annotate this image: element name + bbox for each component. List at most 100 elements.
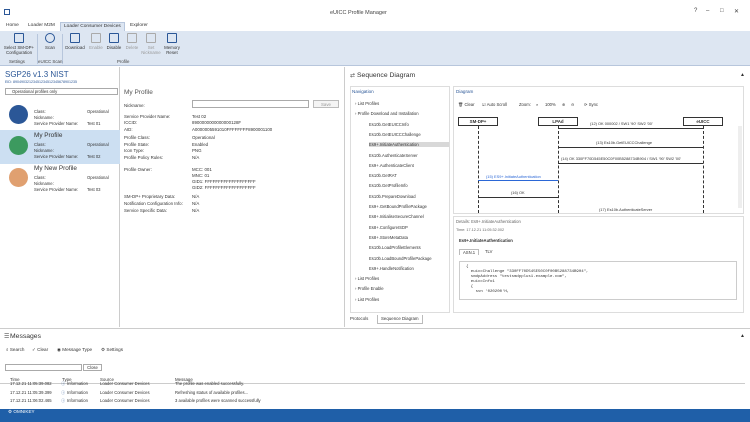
enable-button[interactable]: Enable	[87, 33, 105, 50]
message-filter-input[interactable]	[5, 364, 82, 371]
info-icon: ⓘ	[61, 389, 66, 395]
profile-filter-select[interactable]: Operational profiles only	[5, 88, 118, 95]
tab-loader-m2m[interactable]: Loader M2M	[28, 23, 55, 28]
profile-filter-value: Operational profiles only	[12, 89, 58, 94]
actor-smdp: SM-DP+	[458, 117, 498, 126]
nav-item-label: Profile Enable	[357, 286, 384, 292]
nav-item[interactable]: › Profile Download and Installation	[355, 111, 419, 116]
pin-icon[interactable]: ▲	[740, 333, 745, 339]
nav-item[interactable]: Es9+.HandleNotification	[369, 266, 449, 271]
tab-home[interactable]: Home	[6, 23, 19, 28]
pin-icon[interactable]: ▲	[740, 72, 745, 78]
sequence-message: (13) Es10b.GetEUICCChallenge	[596, 140, 653, 145]
nav-item[interactable]: Es8+.InitialiseSecureChannel	[369, 214, 449, 219]
messages-title: Messages	[10, 333, 41, 340]
profile-spn-label: Service Provider Name:	[34, 121, 79, 126]
app-icon	[4, 9, 10, 15]
nav-item[interactable]: › Profile Enable	[355, 286, 384, 291]
profile-class-label: Class:	[34, 109, 46, 114]
close-button[interactable]: ✕	[734, 8, 739, 15]
nav-item[interactable]: › List Profiles	[355, 101, 379, 106]
ribbon-group-euicc-scan: eUICC Scan	[38, 59, 63, 64]
clear-button[interactable]: 🗑 Clear	[458, 102, 475, 108]
tab-explorer[interactable]: Explorer	[130, 23, 148, 28]
check-icon	[91, 33, 101, 43]
nav-item[interactable]: Es9+.InitiateAuthentication	[369, 142, 449, 148]
sync-button[interactable]: ⟳ Sync	[584, 102, 598, 107]
delete-button[interactable]: Delete	[123, 33, 141, 50]
set-nickname-label-2: Nickname	[141, 50, 161, 55]
field-label: Profile Class:	[124, 135, 150, 140]
nav-item[interactable]: Es10b.GetProfileInfo	[369, 183, 449, 188]
profile-card-2[interactable]: My Profile Class: Operational Nickname: …	[0, 130, 120, 164]
maximize-button[interactable]: □	[720, 8, 724, 14]
help-icon[interactable]: ?	[694, 8, 697, 14]
cell-message: Refreshing status of available profiles.…	[175, 389, 249, 395]
nickname-icon	[146, 33, 156, 43]
field-value: GID2: FFFFFFFFFFFFFFFFFFF	[192, 185, 256, 190]
tab-tlv[interactable]: TLV	[482, 249, 495, 254]
nav-item[interactable]: Es10b.PrepareDownload	[369, 194, 449, 199]
nav-item-label: List Profiles	[357, 276, 380, 282]
zoom-out-icon[interactable]: ⊖	[571, 102, 575, 107]
cell-message: 3 available profiles were scanned succes…	[175, 398, 261, 403]
nav-item[interactable]: Es9+.GetBoundProfilePackage	[369, 204, 449, 209]
clear-messages-button[interactable]: ✓ Clear	[32, 347, 48, 353]
profile-card-1[interactable]: Class: Operational Nickname: Service Pro…	[0, 99, 120, 133]
nav-item[interactable]: Es8+.ConfigureISDP	[369, 225, 449, 230]
disable-label: Disable	[106, 45, 122, 50]
zoom-in-icon[interactable]: ⊕	[562, 102, 566, 107]
disable-button[interactable]: Disable	[104, 33, 124, 50]
tab-protocols[interactable]: Protocols	[347, 315, 371, 324]
info-icon: ⓘ	[61, 398, 66, 403]
nav-item[interactable]: › List Profiles	[355, 276, 379, 281]
tab-sequence-diagram[interactable]: Sequence Diagram	[377, 315, 423, 324]
save-button[interactable]: Save	[313, 100, 339, 108]
memory-reset-button[interactable]: Memory Reset	[161, 33, 183, 55]
nav-item[interactable]: Es10b.GetEUICCInfo	[369, 122, 449, 127]
cell-type: Information	[67, 398, 88, 403]
set-nickname-button[interactable]: Set Nickname	[140, 33, 162, 55]
nav-item[interactable]: › List Profiles	[355, 297, 379, 302]
clear-label: Clear	[464, 102, 475, 107]
download-button[interactable]: Download	[64, 33, 86, 50]
settings-button[interactable]: ⚙ Settings	[101, 347, 123, 353]
message-arrow	[478, 180, 558, 181]
sequence-title: Sequence Diagram	[357, 72, 416, 79]
lifeline-lpad	[558, 126, 559, 213]
field-label: Notification Configuration Info:	[124, 201, 183, 206]
navigation-title: Navigation	[352, 89, 374, 94]
message-type-label: Message Type	[62, 347, 93, 352]
cross-icon	[109, 33, 119, 43]
field-value: Enabled	[192, 142, 209, 147]
tab-asn1[interactable]: ASN.1	[459, 249, 480, 255]
nav-item[interactable]: Es10b.AuthenticateServer	[369, 153, 449, 158]
message-type-button[interactable]: ◉ Message Type	[57, 347, 92, 353]
ribbon-group-profile: Profile	[117, 59, 130, 64]
device-eid: EID: 89049032123451234512345678901235	[5, 80, 77, 84]
nav-item[interactable]: Es10b.GetEUICCChallenge	[369, 132, 449, 137]
select-smdp-config-button[interactable]: Select SM-DP+ Configuration	[2, 33, 36, 55]
autoscroll-checkbox[interactable]: ☑ Auto Scroll	[482, 102, 507, 107]
nav-item[interactable]: Es8+.StoreMetaData	[369, 235, 449, 240]
nav-item[interactable]: Es10b.LoadBoundProfilePackage	[369, 256, 449, 261]
profile-card-3[interactable]: My New Profile Class: Operational Nickna…	[0, 163, 120, 197]
zoom-icon[interactable]: ⌕	[536, 102, 538, 107]
nav-item[interactable]: Es10b.GetRAT	[369, 173, 449, 178]
ribbon-group-settings: Settings	[9, 59, 25, 64]
nickname-input[interactable]	[192, 100, 309, 108]
nav-item[interactable]: Es10b.LoadProfileElements	[369, 245, 449, 250]
scan-button[interactable]: Scan	[40, 33, 60, 50]
tab-loader-consumer-devices[interactable]: Loader Consumer Devices	[60, 22, 125, 31]
close-filter-button[interactable]: Close	[83, 364, 102, 371]
search-button[interactable]: ⌕ Search	[6, 347, 24, 352]
minimize-button[interactable]: –	[706, 8, 709, 14]
field-label: AID:	[124, 127, 133, 132]
select-smdp-label-2: Configuration	[5, 50, 33, 55]
status-bar: ⚙ OMNIKEY	[0, 409, 750, 422]
profile-nickname-label: Nickname:	[34, 115, 54, 120]
field-value: Test 02	[192, 114, 207, 119]
nav-item[interactable]: Es9+.AuthenticateClient	[369, 163, 449, 168]
diagram-scrollbar[interactable]	[738, 126, 742, 208]
sequence-message: (17) Es10b.AuthenticateServer	[599, 207, 653, 212]
